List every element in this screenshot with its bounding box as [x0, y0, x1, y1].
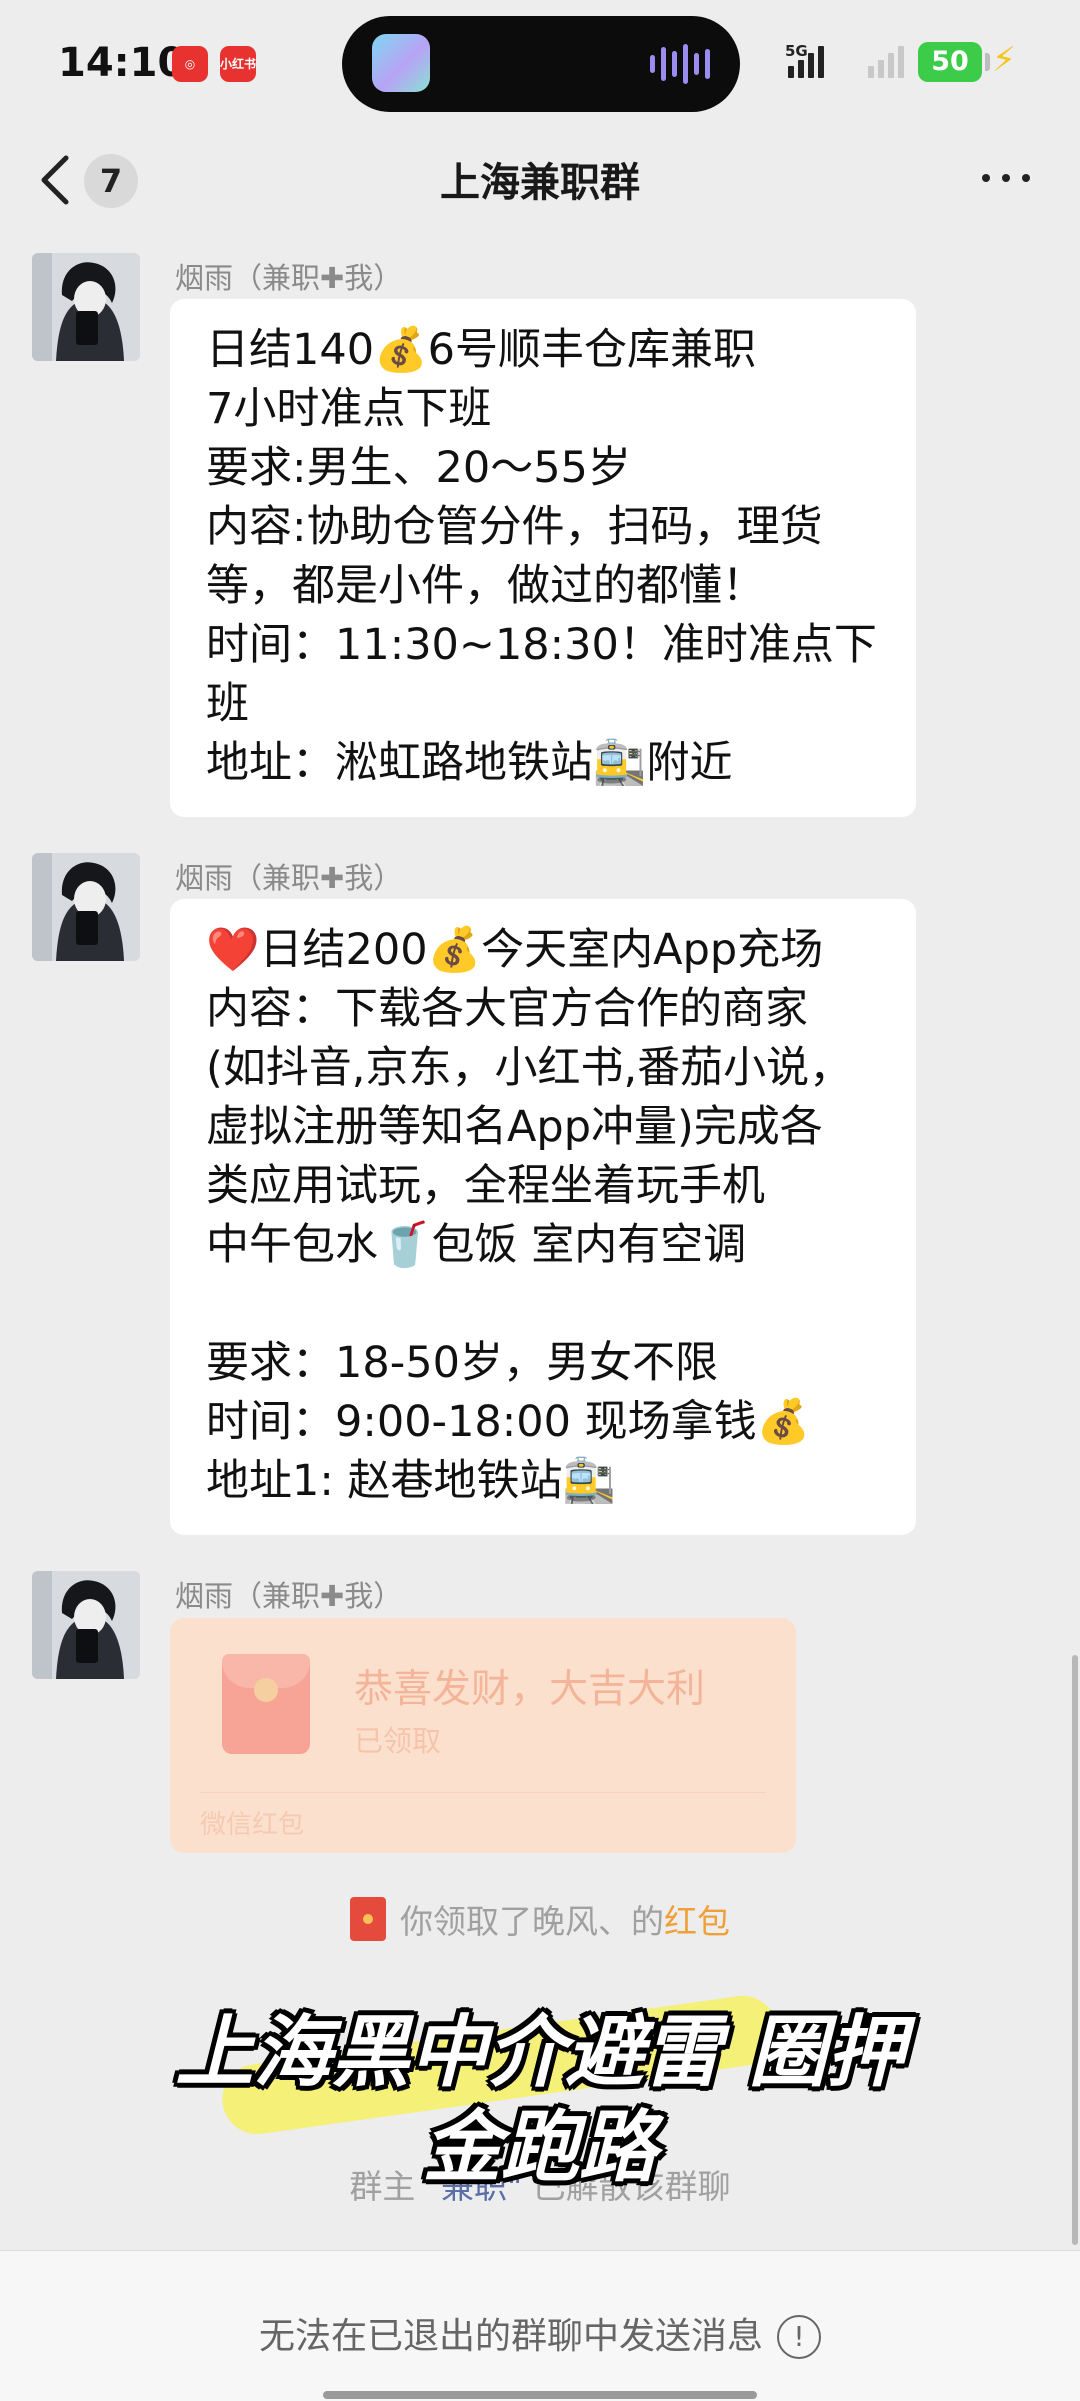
message-bubble[interactable]: ❤️日结200💰今天室内App充场 内容：下载各大官方合作的商家 (如抖音,京东…: [170, 899, 916, 1535]
netease-music-icon: ◎: [172, 46, 208, 82]
more-options-button[interactable]: [978, 158, 1038, 198]
message-line: 内容:协助仓管分件，扫码，理货: [206, 502, 823, 552]
battery-tip: [985, 53, 990, 71]
charging-icon: ⚡: [992, 40, 1016, 80]
sender-name: 烟雨（兼职✚我）: [175, 1579, 403, 1613]
message-line: 时间：9:00-18:00 现场拿钱💰: [206, 1397, 811, 1447]
avatar[interactable]: [32, 253, 140, 361]
dot-icon: [982, 174, 990, 182]
message-list[interactable]: 烟雨（兼职✚我） 日结140💰6号顺丰仓库兼职 7小时准点下班 要求:男生、20…: [0, 235, 1080, 2250]
system-message-text: 你领取了晚风、的: [400, 1902, 664, 1941]
message-line: 类应用试玩，全程坐着玩手机: [206, 1161, 765, 1211]
signal-secondary-icon: [868, 44, 904, 78]
xiaohongshu-icon: 小红书: [220, 46, 256, 82]
message-line: ❤️日结200💰今天室内App充场: [206, 925, 824, 975]
message-line: 时间：11:30~18:30！准时准点下: [206, 620, 877, 670]
avatar[interactable]: [32, 853, 140, 961]
message-bubble[interactable]: 日结140💰6号顺丰仓库兼职 7小时准点下班 要求:男生、20～55岁 内容:协…: [170, 299, 916, 817]
red-packet-icon: [222, 1654, 310, 1754]
dynamic-island[interactable]: [342, 16, 740, 112]
cannot-send-text: 无法在已退出的群聊中发送消息: [258, 2316, 763, 2357]
message-line: 中午包水🥤包饭 室内有空调: [206, 1220, 747, 1270]
message-line: 7小时准点下班: [206, 384, 492, 434]
message-line: 内容：下载各大官方合作的商家: [206, 984, 808, 1034]
avatar[interactable]: [32, 1571, 140, 1679]
message-line: 地址1: 赵巷地铁站🚉: [206, 1456, 617, 1506]
dot-icon: [1022, 174, 1030, 182]
dot-icon: [1002, 174, 1010, 182]
message-line: (如抖音,京东，小红书,番茄小说，: [206, 1043, 853, 1093]
avatar-image: [32, 253, 140, 361]
message-line: 虚拟注册等知名App冲量)完成各: [206, 1102, 823, 1152]
message-line: 要求：18-50岁，男女不限: [206, 1338, 718, 1388]
chat-title: 上海兼职群: [440, 160, 640, 206]
signal-icon: [788, 44, 824, 78]
divider: [200, 1792, 766, 1793]
message-line: [206, 1275, 880, 1334]
red-packet-card[interactable]: 恭喜发财，大吉大利 已领取 微信红包: [170, 1618, 796, 1853]
message-line: 班: [206, 679, 249, 729]
sender-name: 烟雨（兼职✚我）: [175, 261, 403, 295]
red-packet-status: 已领取: [354, 1724, 442, 1758]
cannot-send-notice: 无法在已退出的群聊中发送消息!: [0, 2307, 1080, 2359]
avatar-image: [32, 853, 140, 961]
chat-header: 7 上海兼职群: [0, 130, 1080, 230]
audio-wave-icon: [650, 40, 710, 88]
message-line: 要求:男生、20～55岁: [206, 443, 631, 493]
red-packet-title: 恭喜发财，大吉大利: [354, 1667, 706, 1712]
status-bar: 14:10 ◎ 小红书 5G 50 ⚡: [0, 0, 1080, 130]
system-message-red-packet-received: 你领取了晚风、的红包: [0, 1895, 1080, 1943]
message-line: 日结140💰6号顺丰仓库兼职: [206, 325, 756, 375]
info-icon[interactable]: !: [777, 2315, 821, 2359]
red-packet-link[interactable]: 红包: [664, 1902, 730, 1941]
message-line: 地址：淞虹路地铁站🚉附近: [206, 738, 733, 788]
home-indicator[interactable]: [323, 2391, 757, 2399]
red-packet-icon: [350, 1897, 386, 1941]
status-time: 14:10: [58, 40, 186, 86]
caption-overlay-line: 金跑路: [422, 2103, 657, 2193]
message-line: 等，都是小件，做过的都懂！: [206, 561, 765, 611]
input-disabled-bar: 无法在已退出的群聊中发送消息!: [0, 2250, 1080, 2401]
battery-icon: 50: [918, 42, 982, 82]
sender-name: 烟雨（兼职✚我）: [175, 861, 403, 895]
now-playing-artwork: [372, 34, 430, 92]
red-packet-footer: 微信红包: [200, 1810, 305, 1840]
avatar-image: [32, 1571, 140, 1679]
